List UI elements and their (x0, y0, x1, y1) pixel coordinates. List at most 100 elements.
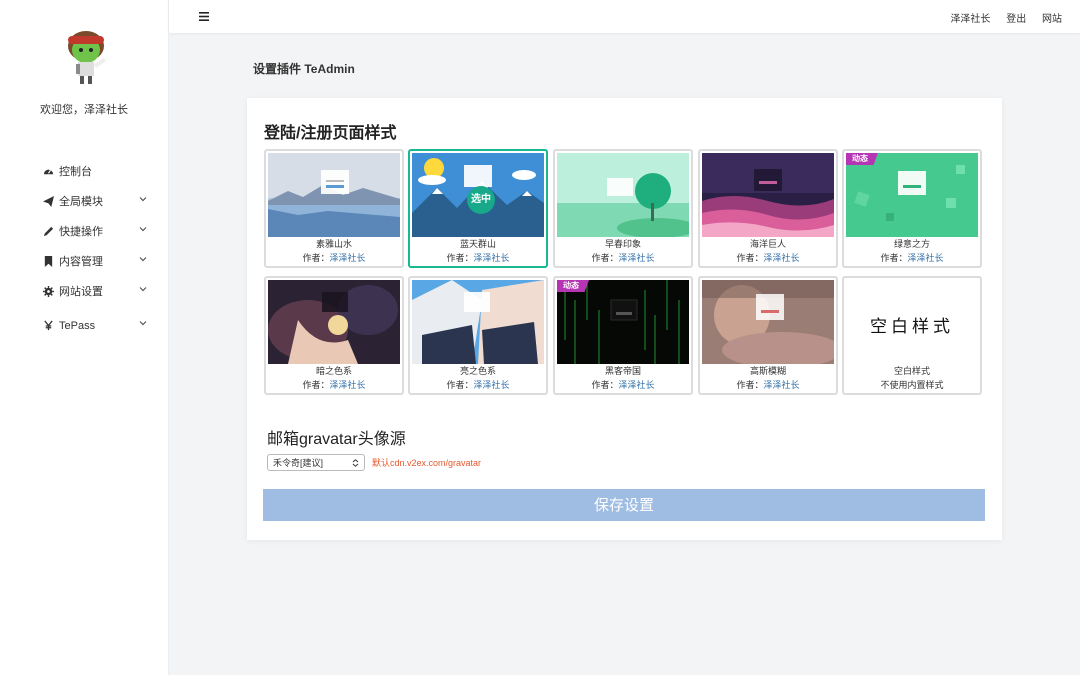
style-option-selected[interactable]: 选中 蓝天群山 作者：泽泽社长 (408, 149, 548, 268)
author-link[interactable]: 泽泽社长 (330, 380, 366, 390)
save-settings-button[interactable]: 保存设置 (263, 489, 985, 521)
author-prefix: 作者： (302, 253, 330, 263)
select-arrows-icon (352, 459, 359, 467)
chevron-down-icon (139, 321, 147, 326)
author-prefix: 作者： (591, 380, 619, 390)
sidebar-item-label: 内容管理 (59, 256, 103, 268)
blank-style-preview-text: 空白样式 (870, 317, 954, 336)
style-name: 早春印象 (604, 239, 641, 249)
style-name: 海洋巨人 (749, 239, 786, 249)
author-link[interactable]: 泽泽社长 (474, 380, 510, 390)
style-author: 作者：泽泽社长 (700, 252, 836, 265)
style-thumbnail (702, 280, 834, 364)
hamburger-menu-icon[interactable] (199, 12, 209, 21)
bookmark-icon (44, 256, 53, 267)
welcome-text: 欢迎您，泽泽社长 (40, 104, 128, 116)
sidebar-item-tepass[interactable]: TePass (0, 314, 168, 344)
style-option[interactable]: 空白样式 空白样式 不使用内置样式 (842, 276, 982, 395)
sidebar-item-label: TePass (59, 320, 96, 332)
style-author: 作者：泽泽社长 (410, 252, 546, 265)
author-link[interactable]: 泽泽社长 (474, 253, 510, 263)
sidebar-item-site-settings[interactable]: 网站设置 (0, 280, 168, 310)
style-option[interactable]: 素雅山水 作者：泽泽社长 (264, 149, 404, 268)
avatar[interactable] (62, 28, 110, 86)
animated-badge: 动态 (557, 280, 589, 292)
style-author: 作者：泽泽社长 (266, 252, 402, 265)
style-name: 亮之色系 (459, 366, 496, 376)
style-option[interactable]: 动态 绿意之方 作者：泽泽社长 (842, 149, 982, 268)
pencil-icon (43, 226, 54, 237)
sidebar-item-global-modules[interactable]: 全局模块 (0, 190, 168, 220)
sidebar-item-quick-actions[interactable]: 快捷操作 (0, 220, 168, 250)
chevron-down-icon (139, 227, 147, 232)
user-link[interactable]: 泽泽社长 (950, 14, 990, 25)
author-link[interactable]: 泽泽社长 (764, 253, 800, 263)
style-name: 高斯模糊 (749, 366, 786, 376)
yen-icon (44, 320, 53, 331)
style-thumbnail (846, 153, 978, 237)
style-name: 蓝天群山 (459, 239, 496, 249)
author-prefix: 作者： (302, 380, 330, 390)
style-thumbnail (268, 280, 400, 364)
style-note: 不使用内置样式 (880, 380, 944, 390)
sidebar-item-label: 网站设置 (59, 286, 103, 298)
author-link[interactable]: 泽泽社长 (619, 380, 655, 390)
chevron-down-icon (139, 257, 147, 262)
style-option[interactable]: 暗之色系 作者：泽泽社长 (264, 276, 404, 395)
author-prefix: 作者： (446, 380, 474, 390)
style-author: 作者：泽泽社长 (266, 379, 402, 392)
gear-icon (43, 286, 54, 297)
sidebar-menu: 控制台 全局模块 快捷操作 内容管理 网站设置 TePass (0, 160, 168, 344)
paper-plane-icon (43, 196, 54, 207)
chevron-down-icon (139, 287, 147, 292)
style-name: 绿意之方 (893, 239, 930, 249)
style-thumbnail: 空白样式 (846, 280, 978, 364)
style-name: 空白样式 (893, 366, 930, 376)
style-name: 黑客帝国 (604, 366, 641, 376)
style-thumbnail (557, 280, 689, 364)
author-prefix: 作者： (446, 253, 474, 263)
gravatar-select-value: 禾令奇[建议] (273, 458, 324, 468)
style-author: 作者：泽泽社长 (844, 252, 980, 265)
style-thumbnail (268, 153, 400, 237)
top-bar: 泽泽社长 登出 网站 (169, 0, 1080, 33)
style-option[interactable]: 海洋巨人 作者：泽泽社长 (698, 149, 838, 268)
style-option[interactable]: 亮之色系 作者：泽泽社长 (408, 276, 548, 395)
top-nav: 泽泽社长 登出 网站 (937, 10, 1062, 25)
settings-card: 登陆/注册页面样式 素雅山水 作者：泽泽社长 选中 蓝天群山 作者：泽泽社长 早… (247, 98, 1002, 540)
style-thumbnail (702, 153, 834, 237)
author-prefix: 作者： (591, 253, 619, 263)
animated-badge: 动态 (846, 153, 878, 165)
style-author: 作者：泽泽社长 (410, 379, 546, 392)
author-link[interactable]: 泽泽社长 (330, 253, 366, 263)
page-title: 设置插件 TeAdmin (253, 62, 355, 76)
style-name: 素雅山水 (315, 239, 352, 249)
style-author: 作者：泽泽社长 (555, 252, 691, 265)
sidebar-item-label: 全局模块 (59, 196, 103, 208)
style-author: 作者：泽泽社长 (555, 379, 691, 392)
site-link[interactable]: 网站 (1042, 14, 1062, 25)
sidebar-item-dashboard[interactable]: 控制台 (0, 160, 168, 190)
style-option[interactable]: 早春印象 作者：泽泽社长 (553, 149, 693, 268)
sidebar: 欢迎您，泽泽社长 控制台 全局模块 快捷操作 内容管理 网站设置 TePass (0, 0, 169, 675)
sidebar-item-label: 快捷操作 (59, 226, 103, 238)
author-link[interactable]: 泽泽社长 (619, 253, 655, 263)
author-prefix: 作者： (736, 253, 764, 263)
chevron-down-icon (139, 197, 147, 202)
style-option[interactable]: 高斯模糊 作者：泽泽社长 (698, 276, 838, 395)
gravatar-select[interactable]: 禾令奇[建议] (267, 454, 365, 471)
selected-badge: 选中 (467, 186, 495, 214)
author-link[interactable]: 泽泽社长 (764, 380, 800, 390)
author-link[interactable]: 泽泽社长 (908, 253, 944, 263)
gravatar-title: 邮箱gravatar头像源 (267, 431, 406, 448)
style-option[interactable]: 动态 黑客帝国 作者：泽泽社长 (553, 276, 693, 395)
login-style-title: 登陆/注册页面样式 (264, 125, 397, 142)
style-author: 作者：泽泽社长 (700, 379, 836, 392)
author-prefix: 作者： (880, 253, 908, 263)
logout-link[interactable]: 登出 (1006, 14, 1026, 25)
sidebar-item-content[interactable]: 内容管理 (0, 250, 168, 280)
author-prefix: 作者： (736, 380, 764, 390)
dashboard-icon (43, 169, 54, 175)
style-thumbnail (412, 280, 544, 364)
style-thumbnail (557, 153, 689, 237)
